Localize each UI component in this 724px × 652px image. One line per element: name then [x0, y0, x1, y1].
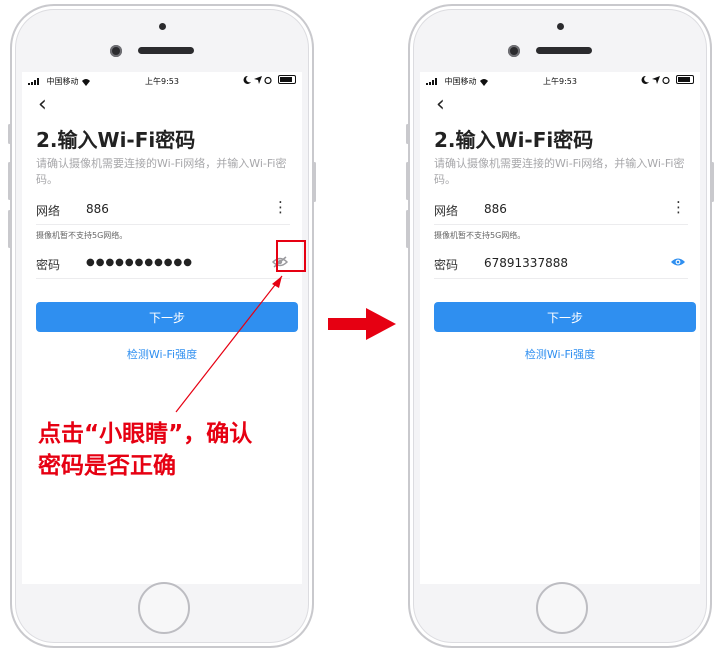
- transition-arrow-shaft: [328, 318, 368, 330]
- back-button[interactable]: ‹: [436, 94, 445, 116]
- phone-right: 中国移动 上午9:53 ‹ 2.输入Wi-Fi密码 请确认摄像机需要连接的Wi-…: [406, 4, 714, 648]
- network-row[interactable]: 网络 886 ⋮: [434, 196, 688, 225]
- speaker-grille: [138, 47, 194, 54]
- battery-icon: [676, 75, 694, 84]
- alarm-icon: [662, 76, 671, 84]
- status-icons: [243, 75, 296, 84]
- more-options-icon[interactable]: ⋮: [671, 198, 686, 216]
- eye-highlight-box: [276, 240, 306, 272]
- alarm-icon: [264, 76, 273, 84]
- next-button[interactable]: 下一步: [36, 302, 298, 332]
- network-value: 886: [86, 202, 109, 216]
- check-wifi-strength-link[interactable]: 检测Wi-Fi强度: [22, 346, 302, 362]
- password-row: 密码 ●●●●●●●●●●●: [36, 250, 290, 279]
- status-bar: 中国移动 上午9:53: [22, 72, 302, 90]
- check-wifi-strength-link[interactable]: 检测Wi-Fi强度: [420, 346, 700, 362]
- volume-down-button: [406, 210, 409, 248]
- speaker-grille: [536, 47, 592, 54]
- next-button[interactable]: 下一步: [434, 302, 696, 332]
- moon-icon: [641, 75, 650, 84]
- network-value: 886: [484, 202, 507, 216]
- power-button: [711, 162, 714, 202]
- network-row[interactable]: 网络 886 ⋮: [36, 196, 290, 225]
- home-button: [536, 582, 588, 634]
- front-camera: [508, 45, 520, 57]
- volume-down-button: [8, 210, 11, 248]
- power-button: [313, 162, 316, 202]
- page-title: 2.输入Wi-Fi密码: [434, 128, 594, 152]
- password-row: 密码 67891337888: [434, 250, 688, 279]
- page-description: 请确认摄像机需要连接的Wi-Fi网络，并输入Wi-Fi密码。: [36, 157, 287, 186]
- network-hint: 摄像机暂不支持5G网络。: [36, 231, 128, 240]
- more-options-icon[interactable]: ⋮: [273, 198, 288, 216]
- moon-icon: [243, 75, 252, 84]
- annotation-line-1: 点击“小眼睛”，确认: [38, 421, 253, 447]
- eye-visible-icon[interactable]: [670, 256, 686, 271]
- page-title: 2.输入Wi-Fi密码: [36, 128, 196, 152]
- status-bar: 中国移动 上午9:53: [420, 72, 700, 90]
- phone-left: 中国移动 上午9:53 ‹ 2.输入Wi-Fi密码 请确认摄像机需要连接的Wi-…: [8, 4, 316, 648]
- network-label: 网络: [434, 204, 459, 218]
- home-button: [138, 582, 190, 634]
- page-description: 请确认摄像机需要连接的Wi-Fi网络，并输入Wi-Fi密码。: [434, 157, 685, 186]
- app-screen: 中国移动 上午9:53 ‹ 2.输入Wi-Fi密码 请确认摄像机需要连接的Wi-…: [22, 72, 302, 584]
- app-screen: 中国移动 上午9:53 ‹ 2.输入Wi-Fi密码 请确认摄像机需要连接的Wi-…: [420, 72, 700, 584]
- mute-switch: [406, 124, 409, 144]
- password-label: 密码: [434, 258, 459, 272]
- password-label: 密码: [36, 258, 61, 272]
- front-camera: [110, 45, 122, 57]
- network-label: 网络: [36, 204, 61, 218]
- back-button[interactable]: ‹: [38, 94, 47, 116]
- network-hint: 摄像机暂不支持5G网络。: [434, 231, 526, 240]
- location-icon: [253, 75, 262, 84]
- volume-up-button: [406, 162, 409, 200]
- transition-arrow-head: [366, 308, 396, 340]
- status-icons: [641, 75, 694, 84]
- battery-icon: [278, 75, 296, 84]
- password-input[interactable]: ●●●●●●●●●●●: [86, 257, 193, 268]
- earpiece-dot: [557, 23, 564, 30]
- volume-up-button: [8, 162, 11, 200]
- earpiece-dot: [159, 23, 166, 30]
- mute-switch: [8, 124, 11, 144]
- annotation-line-2: 密码是否正确: [38, 453, 176, 479]
- location-icon: [651, 75, 660, 84]
- annotation-text: 点击“小眼睛”，确认 密码是否正确: [38, 418, 306, 482]
- password-input[interactable]: 67891337888: [484, 256, 568, 270]
